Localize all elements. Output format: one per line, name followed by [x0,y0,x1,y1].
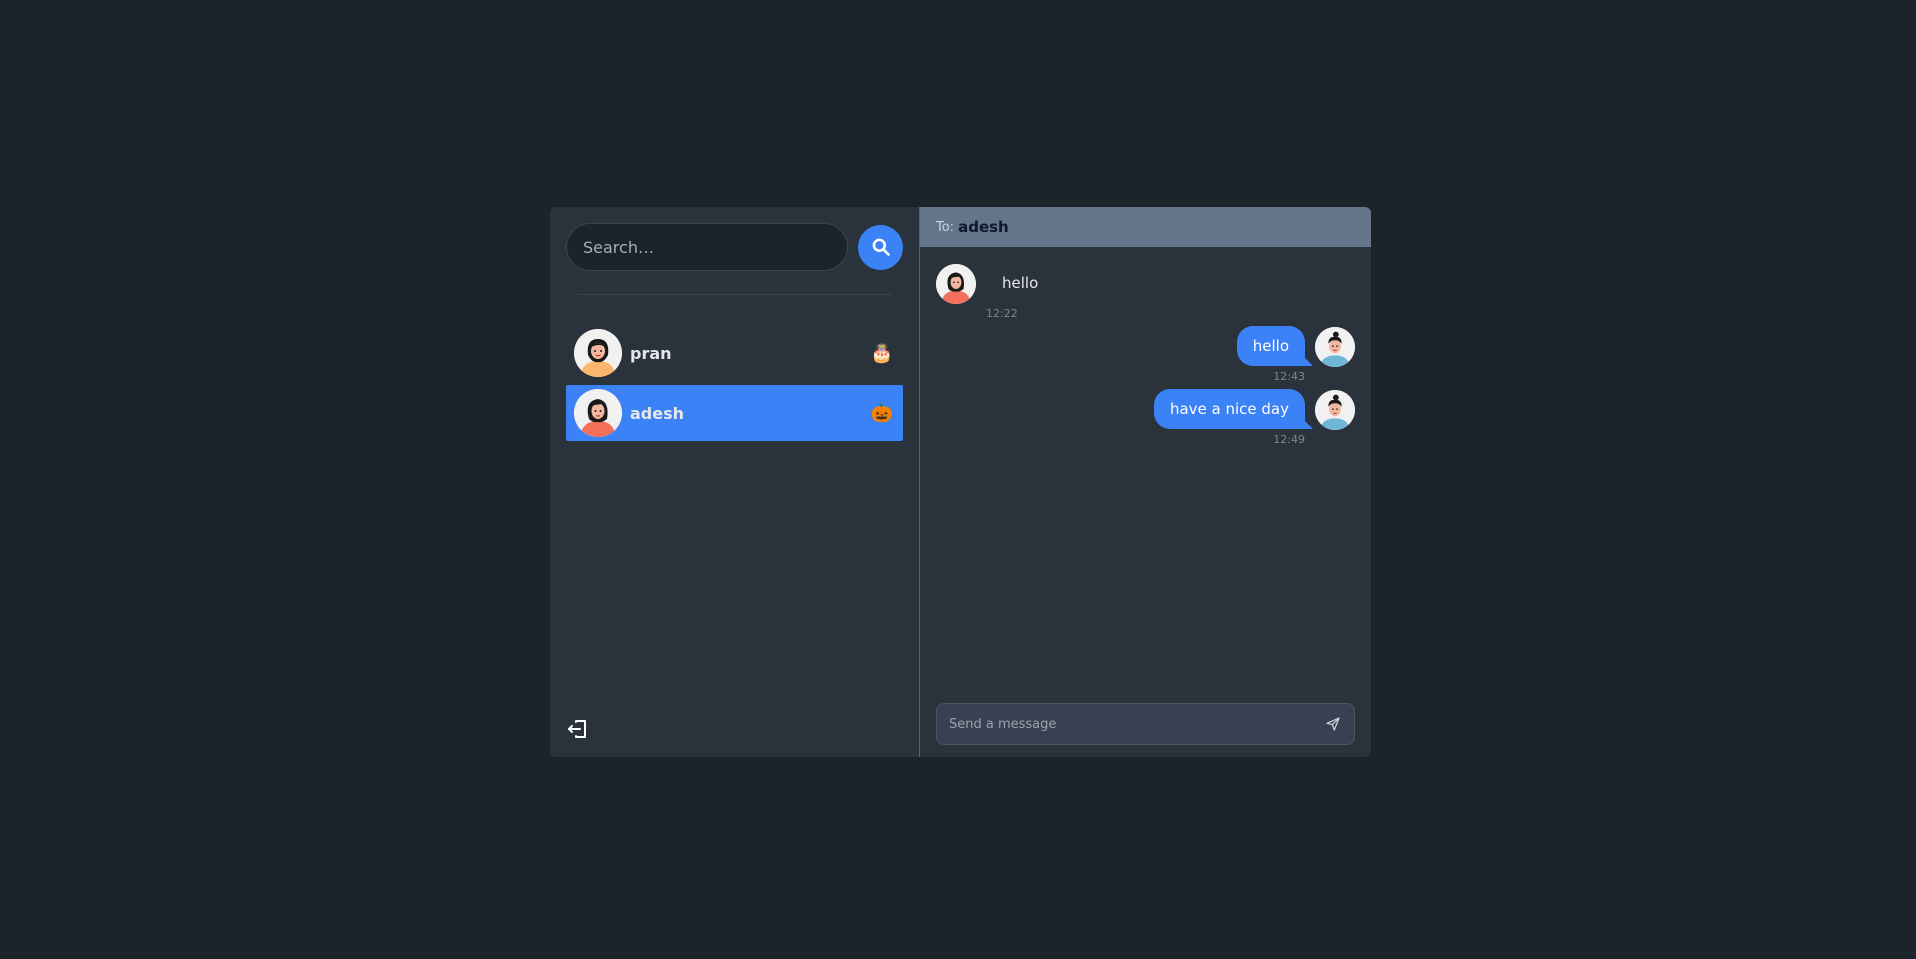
message-bubble: hello [986,263,1055,303]
message-input[interactable] [947,715,1322,733]
to-label: To: [936,219,955,235]
message-body: hello 12:43 [1236,326,1314,383]
message-list: hello 12:22 hello 12:43 have a nice day … [920,247,1371,703]
logout-button[interactable] [566,717,590,741]
message-body: have a nice day 12:49 [1153,389,1314,446]
avatar [1315,390,1355,430]
search-row [566,223,903,271]
recipient-name: adesh [958,218,1009,236]
send-button[interactable] [1322,713,1344,735]
conversation-name: pran [630,343,672,363]
avatar [574,329,622,377]
message-outgoing: hello 12:43 [936,326,1355,383]
message-time: 12:43 [1273,370,1305,383]
chat-header: To: adesh [920,207,1371,247]
conversation-name: adesh [630,403,685,423]
send-icon [1326,717,1340,731]
conversation-item-pran[interactable]: pran 🎂 [566,325,903,381]
pumpkin-emoji-icon: 🎃 [870,402,893,424]
message-time: 12:49 [1273,433,1305,446]
logout-icon [568,720,586,738]
search-input[interactable] [566,223,848,271]
message-bubble: hello [1236,326,1314,366]
cake-emoji-icon: 🎂 [870,342,893,364]
search-icon [872,238,890,256]
divider [578,294,891,295]
message-bubble: have a nice day [1153,389,1314,429]
message-incoming: hello 12:22 [936,263,1355,320]
avatar [1315,327,1355,367]
message-composer [936,703,1355,745]
chat-panel: To: adesh hello 12:22 hello 12:43 have a… [920,207,1371,757]
search-button[interactable] [858,224,903,270]
message-time: 12:22 [986,307,1018,320]
message-body: hello 12:22 [986,263,1055,320]
conversation-item-adesh[interactable]: adesh 🎃 [566,385,903,441]
avatar [574,389,622,437]
avatar [936,264,976,304]
chat-app: pran 🎂 adesh 🎃 [550,207,1371,757]
message-outgoing: have a nice day 12:49 [936,389,1355,446]
sidebar: pran 🎂 adesh 🎃 [550,207,920,757]
